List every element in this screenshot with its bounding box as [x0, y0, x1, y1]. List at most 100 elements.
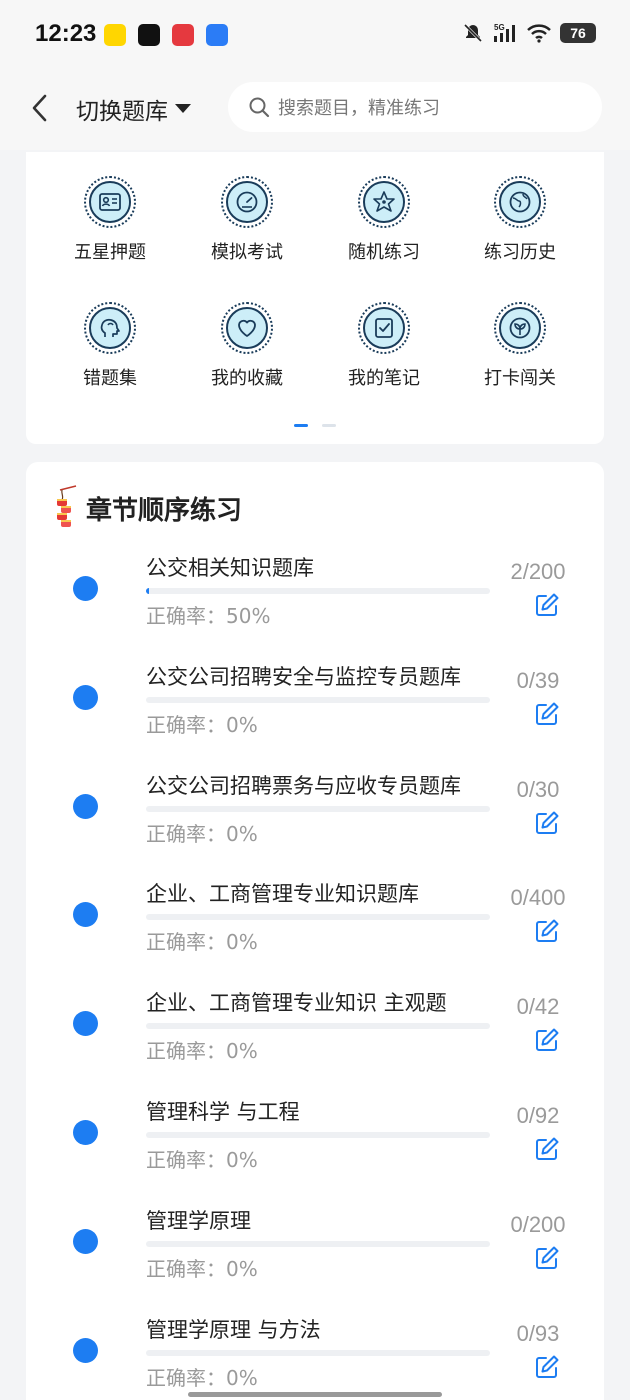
head-icon: [100, 318, 120, 337]
chapter-accuracy: 正确率：0%: [146, 1148, 258, 1172]
edit-icon[interactable]: [534, 592, 560, 618]
grid-label: 练习历史: [484, 242, 556, 263]
chapter-row[interactable]: 公交公司招聘安全与监控专员题库 正确率：0% 0/39: [26, 651, 604, 760]
chapter-count: 2/200: [510, 559, 566, 584]
grid-label: 打卡闯关: [484, 368, 556, 389]
chapter-accuracy: 正确率：0%: [146, 712, 258, 737]
grid-label: 错题集: [83, 368, 137, 389]
wifi-icon: [527, 24, 551, 43]
chapter-count: 0/93: [516, 1320, 560, 1346]
edit-icon[interactable]: [534, 701, 560, 727]
chapter-name: 公交公司招聘票务与应收专员题库: [146, 773, 461, 798]
grid-item-five-star[interactable]: 五星押题: [50, 176, 170, 264]
tiktok-app-icon: [138, 24, 160, 46]
chapter-accuracy: 正确率：0%: [146, 821, 258, 846]
search-icon: [249, 97, 270, 118]
page-indicator: [294, 424, 336, 427]
chapter-row[interactable]: 企业、工商管理专业知识题库 正确率：0% 0/400: [26, 868, 604, 977]
grid-label: 我的笔记: [348, 368, 420, 389]
chapter-count: 0/30: [516, 776, 560, 802]
chapter-progress-bar: [146, 588, 490, 594]
search-placeholder: 搜索题目，精准练习: [278, 98, 440, 119]
chapter-count: 0/39: [516, 667, 560, 693]
chapter-name: 企业、工商管理专业知识 主观题: [146, 991, 447, 1016]
home-indicator[interactable]: [188, 1392, 442, 1397]
chapter-row[interactable]: 公交相关知识题库 正确率：50% 2/200: [26, 542, 604, 651]
chapter-progress-bar: [146, 1349, 490, 1356]
chapter-count: 0/400: [510, 885, 566, 911]
chapter-row[interactable]: 管理学原理 正确率：0% 0/200: [26, 1195, 604, 1304]
chapter-status-dot: [73, 1228, 98, 1254]
battery-icon: 76: [560, 23, 596, 43]
grid-item-notes[interactable]: 我的笔记: [324, 302, 444, 390]
edit-icon[interactable]: [534, 1354, 560, 1380]
chapter-count: 0/42: [516, 994, 560, 1020]
chapter-accuracy: 正确率：0%: [146, 1256, 258, 1281]
chapter-title: 章节顺序练习: [86, 495, 243, 526]
mute-icon: [463, 23, 483, 43]
switch-bank-button[interactable]: 切换题库: [76, 92, 192, 126]
chapter-practice-card: 章节顺序练习 公交相关知识题库 正确率：50% 2/200 公交公司招聘安全与监…: [26, 462, 604, 1400]
chevron-left-icon[interactable]: [26, 90, 56, 126]
chapter-count: 0/200: [510, 1211, 566, 1237]
switch-bank-label: 切换题库: [76, 99, 168, 125]
chapter-count: 0/92: [516, 1103, 560, 1128]
grid-item-checkin[interactable]: 打卡闯关: [460, 302, 580, 390]
signal-icon: 5G: [494, 23, 515, 42]
chapter-status-dot: [73, 793, 98, 819]
edit-icon[interactable]: [534, 918, 560, 944]
chapter-name: 公交公司招聘安全与监控专员题库: [146, 664, 461, 689]
edit-icon[interactable]: [534, 1136, 560, 1162]
grid-label: 五星押题: [74, 242, 146, 263]
chapter-status-dot: [73, 1011, 98, 1037]
page-dot: [322, 424, 336, 427]
chapter-status-dot: [73, 684, 98, 710]
caret-down-icon: [175, 104, 191, 113]
chapter-progress-fill: [146, 588, 150, 594]
chapter-name: 公交相关知识题库: [146, 556, 314, 580]
chapter-progress-bar: [146, 805, 490, 812]
grid-item-wrong-questions[interactable]: 错题集: [50, 302, 170, 390]
chapter-name: 企业、工商管理专业知识题库: [146, 882, 419, 907]
chapter-progress-bar: [146, 914, 490, 921]
chapter-accuracy: 正确率：0%: [146, 930, 258, 955]
chapter-row[interactable]: 公交公司招聘票务与应收专员题库 正确率：0% 0/30: [26, 760, 604, 869]
meituan-app-icon: [104, 24, 126, 46]
chapter-status-dot: [73, 1120, 98, 1145]
grid-item-practice-history[interactable]: 练习历史: [460, 176, 580, 264]
chapter-progress-bar: [146, 1023, 490, 1030]
edit-icon[interactable]: [534, 1027, 560, 1053]
chapter-status-dot: [73, 576, 98, 601]
status-time: 12:23: [35, 20, 97, 47]
top-header: 切换题库 搜索题目，精准练习: [0, 70, 630, 150]
star-network-icon: [373, 191, 395, 212]
chapter-accuracy: 正确率：0%: [146, 1039, 258, 1064]
grid-item-favorites[interactable]: 我的收藏: [187, 302, 307, 390]
chapter-accuracy: 正确率：0%: [146, 1365, 258, 1390]
edit-icon[interactable]: [534, 810, 560, 836]
chapter-row[interactable]: 管理科学 与工程 正确率：0% 0/92: [26, 1086, 604, 1195]
grid-item-mock-exam[interactable]: 模拟考试: [187, 176, 307, 264]
chapter-progress-bar: [146, 1240, 490, 1247]
id-card-icon: [99, 193, 121, 211]
search-input[interactable]: 搜索题目，精准练习: [228, 82, 602, 132]
feature-grid: 五星押题 模拟考试 随机练习 练习历史 错题集 我的收藏 我的笔记 打卡闯关: [26, 152, 604, 444]
sprout-icon: [509, 317, 531, 339]
edit-icon[interactable]: [534, 1245, 560, 1271]
grid-item-random-practice[interactable]: 随机练习: [324, 176, 444, 264]
gauge-icon: [236, 191, 258, 213]
svg-text:5G: 5G: [494, 23, 505, 32]
chapter-row[interactable]: 企业、工商管理专业知识 主观题 正确率：0% 0/42: [26, 977, 604, 1086]
notification-app-icons: [104, 24, 228, 46]
chapter-progress-bar: [146, 696, 490, 703]
game-app-icon: [172, 24, 194, 46]
chapter-row[interactable]: 管理学原理 与方法 正确率：0% 0/93: [26, 1304, 604, 1400]
heart-icon: [238, 319, 256, 337]
grid-label: 我的收藏: [211, 368, 283, 389]
page-dot-active: [294, 424, 308, 427]
chapter-status-dot: [73, 1337, 98, 1363]
chapter-header: 章节顺序练习: [52, 484, 242, 532]
grid-label: 模拟考试: [211, 242, 283, 263]
chapter-progress-bar: [146, 1132, 490, 1138]
firecracker-icon: [57, 485, 77, 527]
